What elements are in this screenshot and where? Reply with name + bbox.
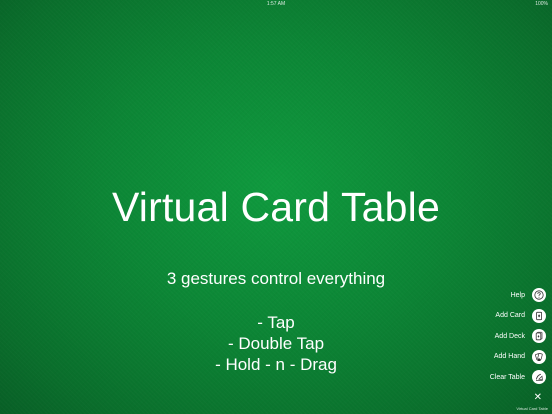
help-button[interactable]: Help [456, 287, 546, 303]
add-deck-button[interactable]: Add Deck [456, 328, 546, 344]
add-card-label: Add Card [495, 312, 525, 320]
clear-table-label: Clear Table [489, 373, 525, 381]
help-label: Help [510, 291, 525, 299]
app-subtitle: 3 gestures control everything [166, 269, 386, 288]
card-icon [532, 308, 546, 323]
app-title: Virtual Card Table [112, 184, 440, 230]
clear-table-button[interactable]: Clear Table [456, 369, 546, 385]
add-hand-label: Add Hand [493, 353, 525, 361]
deck-icon [532, 329, 546, 344]
add-card-button[interactable]: Add Card [456, 308, 546, 324]
status-bar: 1:57 AM 100% [0, 0, 552, 8]
status-time: 1:57 AM [266, 1, 286, 7]
action-menu: Help Add Card Add Deck Add Hand Clear Ta… [456, 287, 546, 390]
footer-app-name: Virtual Card Table [516, 406, 548, 411]
hand-icon [532, 349, 546, 364]
clear-icon [532, 370, 546, 385]
add-hand-button[interactable]: Add Hand [456, 349, 546, 365]
card-table-screen[interactable]: 1:57 AM 100% Virtual Card Table 3 gestur… [0, 0, 552, 414]
add-deck-label: Add Deck [494, 332, 525, 340]
question-icon [532, 288, 546, 302]
close-menu-button[interactable]: ✕ [534, 393, 542, 403]
status-battery: 100% [535, 1, 548, 7]
